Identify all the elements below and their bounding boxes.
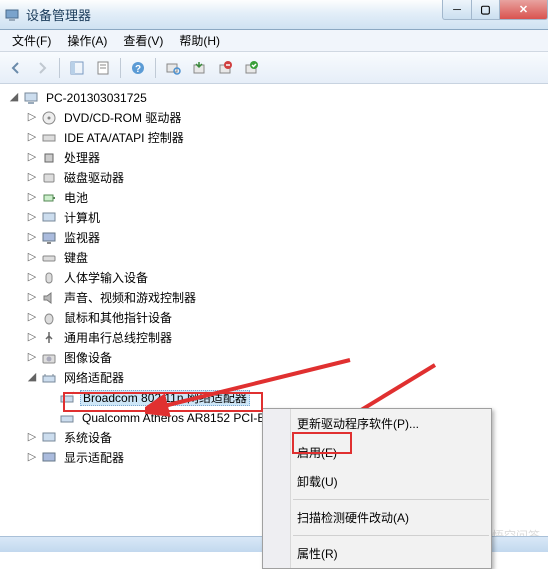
- node-sound[interactable]: ▷声音、视频和游戏控制器: [26, 288, 548, 308]
- scan-hardware-button[interactable]: [161, 56, 185, 80]
- menu-action[interactable]: 操作(A): [59, 32, 115, 49]
- monitor-icon: [41, 230, 57, 246]
- enable-button[interactable]: [239, 56, 263, 80]
- node-monitor[interactable]: ▷监视器: [26, 228, 548, 248]
- expand-icon[interactable]: ▷: [26, 451, 38, 463]
- update-driver-button[interactable]: [187, 56, 211, 80]
- close-button[interactable]: ✕: [500, 0, 548, 20]
- window-controls: ─ ▢ ✕: [442, 0, 548, 20]
- title-bar: 设备管理器 ─ ▢ ✕: [0, 0, 548, 30]
- menu-bar: 文件(F) 操作(A) 查看(V) 帮助(H): [0, 30, 548, 52]
- expand-icon[interactable]: ▷: [26, 351, 38, 363]
- cm-properties[interactable]: 属性(R): [263, 539, 491, 568]
- node-computer[interactable]: ▷计算机: [26, 208, 548, 228]
- properties-button[interactable]: [91, 56, 115, 80]
- camera-icon: [41, 350, 57, 366]
- keyboard-icon: [41, 250, 57, 266]
- node-ide[interactable]: ▷IDE ATA/ATAPI 控制器: [26, 128, 548, 148]
- expand-icon[interactable]: ▷: [26, 131, 38, 143]
- cm-update-driver[interactable]: 更新驱动程序软件(P)...: [263, 409, 491, 438]
- cm-scan-hardware[interactable]: 扫描检测硬件改动(A): [263, 503, 491, 532]
- cpu-icon: [41, 150, 57, 166]
- context-menu: 更新驱动程序软件(P)... 启用(E) 卸载(U) 扫描检测硬件改动(A) 属…: [262, 408, 492, 569]
- node-dvd[interactable]: ▷DVD/CD-ROM 驱动器: [26, 108, 548, 128]
- hid-icon: [41, 270, 57, 286]
- sound-icon: [41, 290, 57, 306]
- node-broadcom[interactable]: Broadcom 802.11n 网络适配器: [44, 388, 548, 408]
- expand-icon[interactable]: ◢: [26, 371, 38, 383]
- nic-icon: [59, 390, 75, 406]
- node-image[interactable]: ▷图像设备: [26, 348, 548, 368]
- expand-icon[interactable]: ▷: [26, 271, 38, 283]
- maximize-button[interactable]: ▢: [472, 0, 500, 20]
- help-button[interactable]: ?: [126, 56, 150, 80]
- usb-icon: [41, 330, 57, 346]
- computer-icon: [23, 90, 39, 106]
- uninstall-button[interactable]: [213, 56, 237, 80]
- expand-icon[interactable]: ▷: [26, 251, 38, 263]
- expand-icon[interactable]: ▷: [26, 331, 38, 343]
- expand-icon[interactable]: ▷: [26, 211, 38, 223]
- expand-icon[interactable]: ▷: [26, 191, 38, 203]
- disk-icon: [41, 170, 57, 186]
- minimize-button[interactable]: ─: [442, 0, 472, 20]
- node-disk[interactable]: ▷磁盘驱动器: [26, 168, 548, 188]
- node-keyboard[interactable]: ▷键盘: [26, 248, 548, 268]
- back-button[interactable]: [4, 56, 28, 80]
- expand-icon[interactable]: ▷: [26, 431, 38, 443]
- mouse-icon: [41, 310, 57, 326]
- app-icon: [4, 7, 20, 23]
- selected-device-label: Broadcom 802.11n 网络适配器: [80, 390, 250, 406]
- expand-icon[interactable]: ◢: [8, 91, 20, 103]
- expand-icon[interactable]: ▷: [26, 171, 38, 183]
- expand-icon[interactable]: ▷: [26, 291, 38, 303]
- node-hid[interactable]: ▷人体学输入设备: [26, 268, 548, 288]
- pc-icon: [41, 210, 57, 226]
- node-battery[interactable]: ▷电池: [26, 188, 548, 208]
- nic-icon: [59, 410, 75, 426]
- menu-view[interactable]: 查看(V): [115, 32, 171, 49]
- root-label: PC-201303031725: [44, 91, 149, 105]
- ide-icon: [41, 130, 57, 146]
- show-hide-tree-button[interactable]: [65, 56, 89, 80]
- node-cpu[interactable]: ▷处理器: [26, 148, 548, 168]
- display-icon: [41, 450, 57, 466]
- system-icon: [41, 430, 57, 446]
- cm-enable[interactable]: 启用(E): [263, 438, 491, 467]
- cm-uninstall[interactable]: 卸载(U): [263, 467, 491, 496]
- expand-icon[interactable]: ▷: [26, 151, 38, 163]
- node-network[interactable]: ◢网络适配器: [26, 368, 548, 388]
- node-usb[interactable]: ▷通用串行总线控制器: [26, 328, 548, 348]
- battery-icon: [41, 190, 57, 206]
- expand-icon[interactable]: ▷: [26, 111, 38, 123]
- expand-icon[interactable]: ▷: [26, 231, 38, 243]
- toolbar: ?: [0, 52, 548, 84]
- menu-help[interactable]: 帮助(H): [171, 32, 228, 49]
- dvd-icon: [41, 110, 57, 126]
- network-icon: [41, 370, 57, 386]
- svg-text:?: ?: [135, 64, 141, 75]
- menu-file[interactable]: 文件(F): [4, 32, 59, 49]
- expand-icon[interactable]: ▷: [26, 311, 38, 323]
- node-mouse[interactable]: ▷鼠标和其他指针设备: [26, 308, 548, 328]
- root-node[interactable]: ◢ PC-201303031725: [8, 88, 548, 108]
- forward-button[interactable]: [30, 56, 54, 80]
